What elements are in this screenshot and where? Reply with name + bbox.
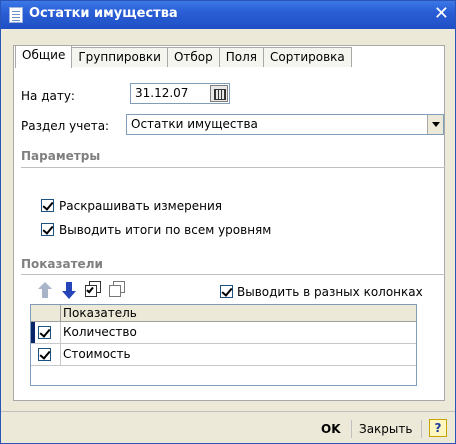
parameters-divider bbox=[21, 167, 445, 168]
ok-button[interactable]: OK bbox=[321, 422, 341, 436]
tab-general[interactable]: Общие bbox=[15, 45, 73, 68]
move-down-icon[interactable] bbox=[61, 282, 77, 300]
totals-all-levels-checkbox[interactable] bbox=[41, 223, 54, 236]
separator bbox=[351, 420, 352, 438]
chevron-down-icon[interactable] bbox=[427, 115, 443, 134]
close-button[interactable]: Закрыть bbox=[359, 422, 412, 436]
report-settings-dialog: Остатки имущества ✕ Общие Группировки От… bbox=[0, 0, 456, 444]
colorize-dimensions-label: Раскрашивать измерения bbox=[59, 199, 222, 213]
column-header-indicator: Показатель bbox=[63, 306, 137, 320]
header-corner bbox=[31, 305, 61, 321]
date-value: 31.12.07 bbox=[135, 86, 189, 100]
row-label: Количество bbox=[63, 325, 137, 339]
row-checkbox[interactable] bbox=[38, 326, 51, 339]
check-all-icon[interactable] bbox=[85, 280, 101, 298]
row-checkbox[interactable] bbox=[38, 348, 51, 361]
table-row[interactable]: Количество bbox=[31, 322, 416, 344]
separator bbox=[421, 420, 422, 438]
tab-filter[interactable]: Отбор bbox=[166, 47, 220, 67]
document-icon bbox=[9, 7, 23, 23]
totals-all-levels-label: Выводить итоги по всем уровням bbox=[59, 223, 272, 237]
tab-sorting[interactable]: Сортировка bbox=[263, 47, 352, 67]
separate-columns-checkbox[interactable] bbox=[220, 285, 233, 298]
close-icon[interactable]: ✕ bbox=[434, 4, 449, 24]
indicators-heading: Показатели bbox=[21, 257, 103, 271]
parameters-heading: Параметры bbox=[21, 149, 101, 163]
window-title: Остатки имущества bbox=[29, 6, 178, 21]
tab-fields[interactable]: Поля bbox=[218, 47, 265, 67]
title-bar[interactable]: Остатки имущества ✕ bbox=[1, 1, 455, 29]
tab-strip: Общие Группировки Отбор Поля Сортировка bbox=[15, 45, 352, 68]
table-row[interactable]: Стоимость bbox=[31, 344, 416, 366]
indicators-table: Показатель Количество Стоимость bbox=[30, 304, 417, 386]
row-label: Стоимость bbox=[63, 347, 131, 361]
help-icon[interactable]: ? bbox=[429, 419, 447, 437]
dialog-button-bar: OK Закрыть ? bbox=[1, 411, 455, 443]
indicators-divider bbox=[21, 274, 445, 275]
move-up-icon[interactable] bbox=[37, 282, 53, 300]
section-select[interactable]: Остатки имущества bbox=[126, 114, 444, 135]
separate-columns-label: Выводить в разных колонках bbox=[237, 285, 423, 299]
tab-groupings[interactable]: Группировки bbox=[71, 47, 168, 67]
date-label: На дату: bbox=[21, 89, 75, 103]
calendar-icon[interactable] bbox=[210, 85, 228, 102]
table-header: Показатель bbox=[31, 305, 416, 322]
uncheck-all-icon[interactable] bbox=[109, 280, 125, 298]
section-value: Остатки имущества bbox=[131, 117, 258, 131]
section-label: Раздел учета: bbox=[21, 119, 110, 133]
colorize-dimensions-checkbox[interactable] bbox=[41, 199, 54, 212]
